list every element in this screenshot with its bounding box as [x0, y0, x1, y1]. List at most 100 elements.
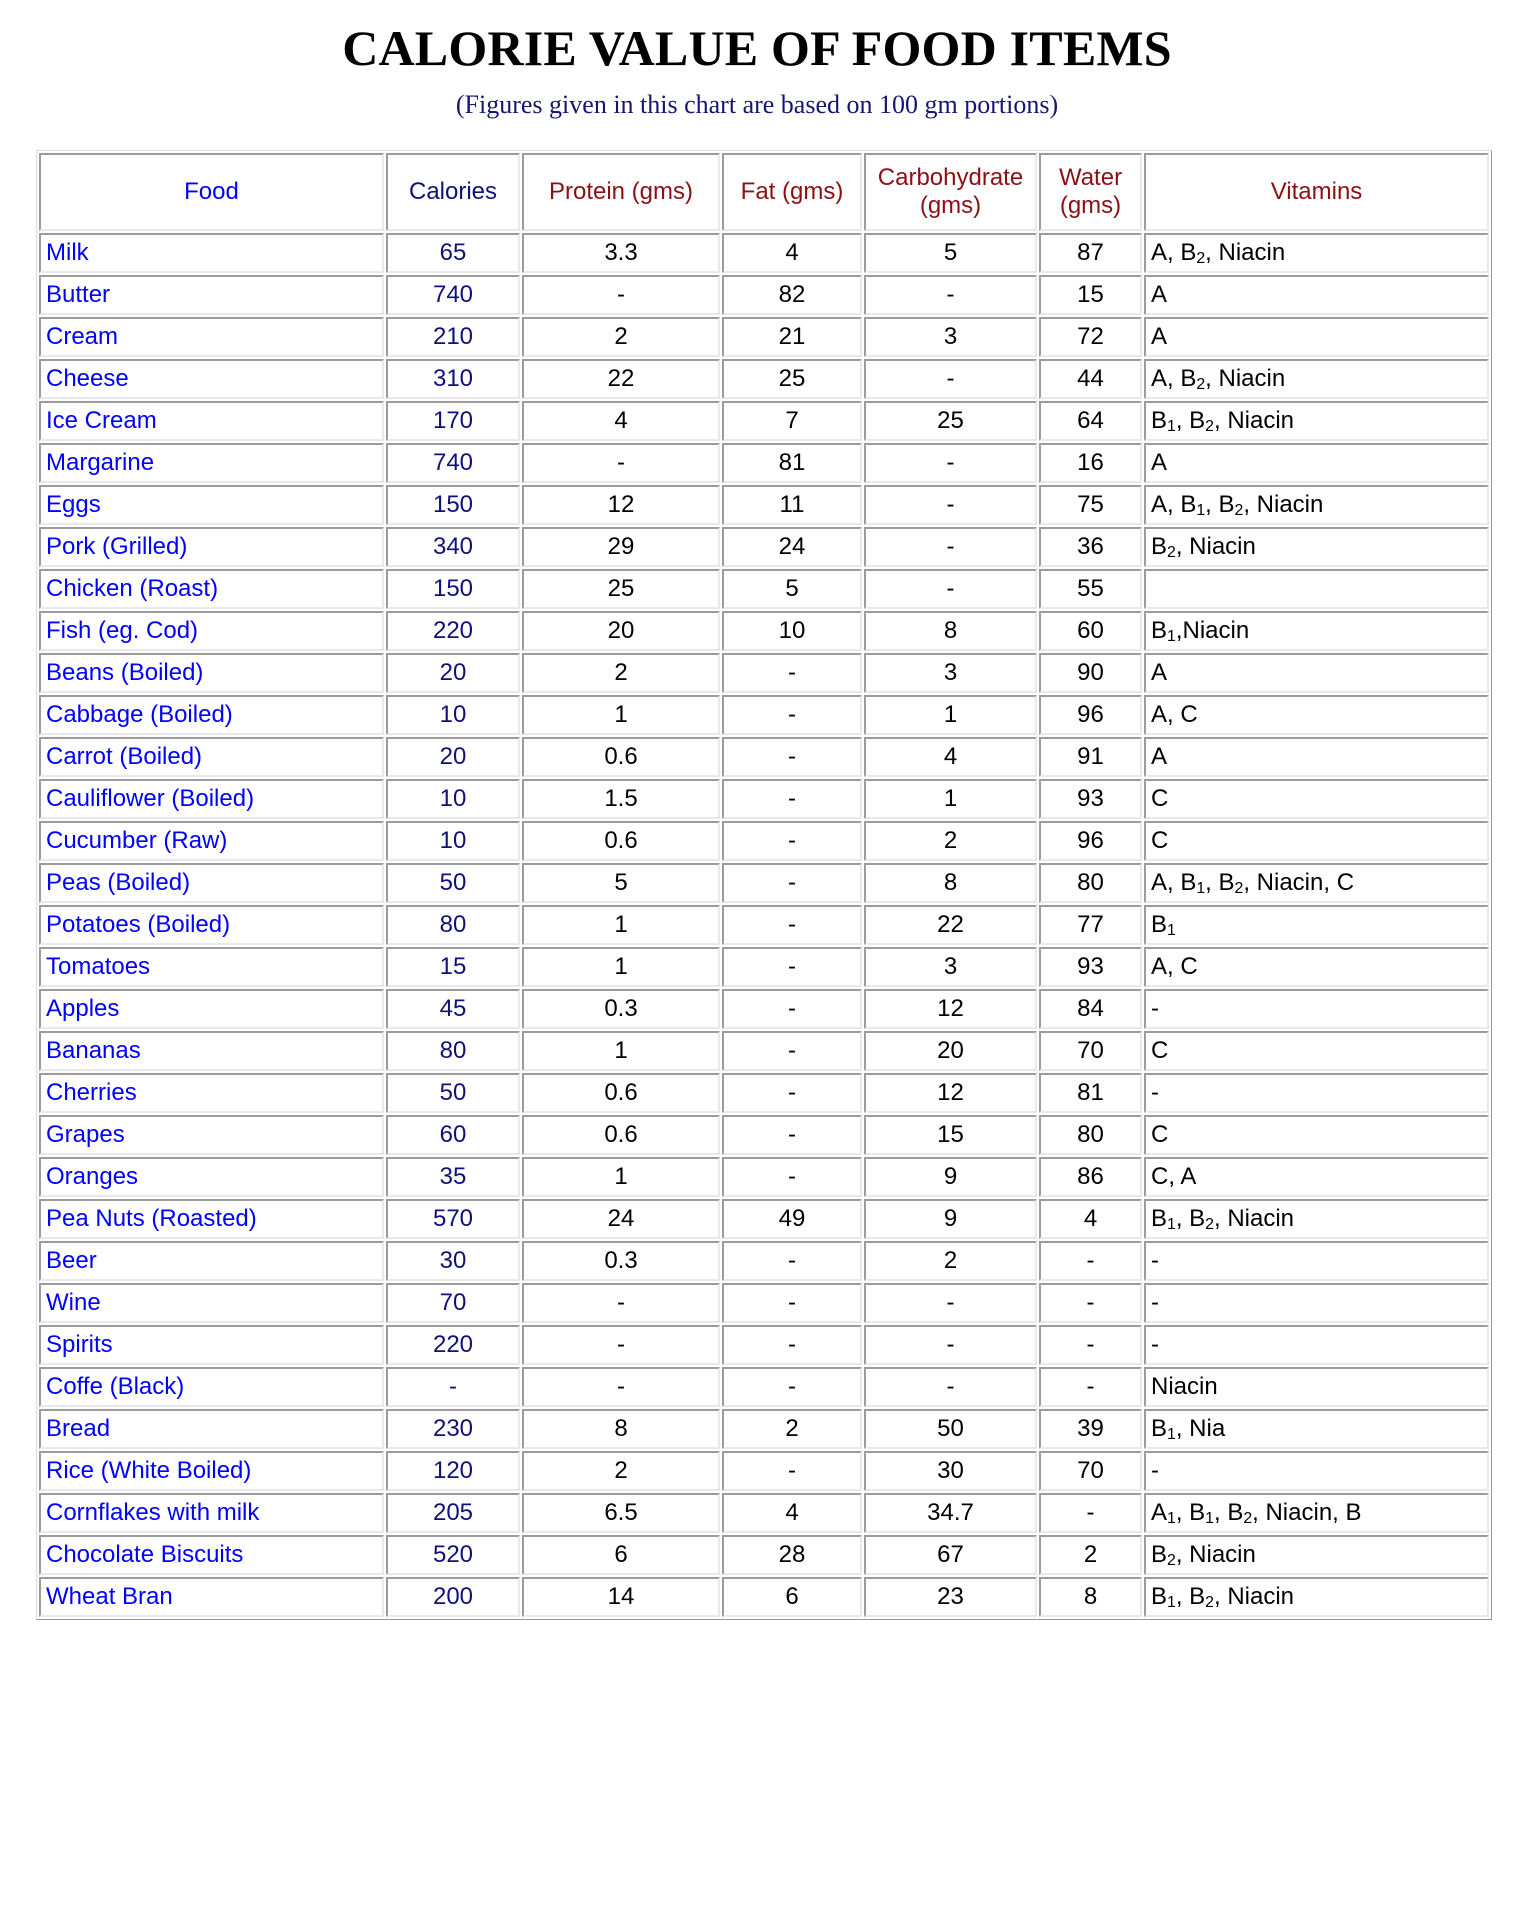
cell-food: Spirits — [39, 1324, 384, 1365]
column-header-calories: Calories — [386, 152, 520, 231]
cell-vitamins: A, B1, B2, Niacin, C — [1144, 862, 1489, 903]
cell-carbohydrate: 9 — [864, 1156, 1037, 1197]
cell-protein: 29 — [522, 526, 720, 567]
cell-vitamins: C — [1144, 1030, 1489, 1071]
cell-protein: 6 — [522, 1534, 720, 1575]
cell-food: Rice (White Boiled) — [39, 1450, 384, 1491]
cell-protein: 0.3 — [522, 988, 720, 1029]
cell-vitamins: B1 — [1144, 904, 1489, 945]
cell-carbohydrate: 1 — [864, 778, 1037, 819]
cell-fat: 2 — [722, 1408, 862, 1449]
cell-water: 84 — [1039, 988, 1142, 1029]
cell-fat: 81 — [722, 442, 862, 483]
cell-water: 80 — [1039, 1114, 1142, 1155]
cell-fat: - — [722, 1072, 862, 1113]
cell-vitamins: - — [1144, 1240, 1489, 1281]
cell-carbohydrate: - — [864, 1282, 1037, 1323]
cell-carbohydrate: 1 — [864, 694, 1037, 735]
cell-water: 86 — [1039, 1156, 1142, 1197]
cell-fat: - — [722, 862, 862, 903]
cell-protein: 4 — [522, 400, 720, 441]
cell-calories: 210 — [386, 316, 520, 357]
cell-water: 96 — [1039, 694, 1142, 735]
cell-calories: 10 — [386, 778, 520, 819]
cell-food: Beans (Boiled) — [39, 652, 384, 693]
cell-carbohydrate: - — [864, 1366, 1037, 1407]
cell-protein: - — [522, 1282, 720, 1323]
cell-fat: 5 — [722, 568, 862, 609]
cell-protein: 20 — [522, 610, 720, 651]
cell-water: 2 — [1039, 1534, 1142, 1575]
cell-fat: - — [722, 988, 862, 1029]
cell-food: Tomatoes — [39, 946, 384, 987]
cell-calories: 150 — [386, 484, 520, 525]
cell-fat: - — [722, 820, 862, 861]
cell-food: Milk — [39, 232, 384, 273]
table-row: Chicken (Roast) 150 25 5-55 — [39, 568, 1489, 609]
cell-protein: - — [522, 1366, 720, 1407]
cell-fat: 49 — [722, 1198, 862, 1239]
cell-fat: - — [722, 652, 862, 693]
cell-protein: 6.5 — [522, 1492, 720, 1533]
cell-carbohydrate: 2 — [864, 1240, 1037, 1281]
cell-food: Bread — [39, 1408, 384, 1449]
cell-carbohydrate: 22 — [864, 904, 1037, 945]
cell-calories: 740 — [386, 442, 520, 483]
cell-protein: 0.6 — [522, 1072, 720, 1113]
cell-vitamins: B2, Niacin — [1144, 1534, 1489, 1575]
cell-calories: 65 — [386, 232, 520, 273]
cell-calories: 45 — [386, 988, 520, 1029]
cell-vitamins: A, B1, B2, Niacin — [1144, 484, 1489, 525]
table-row: Cauliflower (Boiled) 10 1.5-1 93 C — [39, 778, 1489, 819]
cell-fat: 28 — [722, 1534, 862, 1575]
table-row: Oranges 35 1-9 86 C, A — [39, 1156, 1489, 1197]
cell-protein: 1 — [522, 1156, 720, 1197]
cell-fat: 82 — [722, 274, 862, 315]
cell-fat: 4 — [722, 232, 862, 273]
cell-water: 4 — [1039, 1198, 1142, 1239]
cell-water: - — [1039, 1240, 1142, 1281]
cell-vitamins: A — [1144, 442, 1489, 483]
cell-food: Coffe (Black) — [39, 1366, 384, 1407]
cell-calories: - — [386, 1366, 520, 1407]
cell-protein: 0.6 — [522, 820, 720, 861]
cell-vitamins: C, A — [1144, 1156, 1489, 1197]
cell-vitamins: A, C — [1144, 946, 1489, 987]
table-row: Beans (Boiled) 20 2-3 90 A — [39, 652, 1489, 693]
cell-fat: - — [722, 904, 862, 945]
cell-fat: 11 — [722, 484, 862, 525]
cell-calories: 150 — [386, 568, 520, 609]
cell-fat: 24 — [722, 526, 862, 567]
cell-vitamins: - — [1144, 1282, 1489, 1323]
cell-vitamins: B2, Niacin — [1144, 526, 1489, 567]
table-container: Food Calories Protein (gms) Fat (gms) Ca… — [0, 120, 1514, 1620]
cell-calories: 80 — [386, 1030, 520, 1071]
page-subtitle: (Figures given in this chart are based o… — [455, 90, 1059, 119]
cell-carbohydrate: 2 — [864, 820, 1037, 861]
cell-carbohydrate: 9 — [864, 1198, 1037, 1239]
cell-protein: 2 — [522, 316, 720, 357]
table-row: Spirits 220- - - - - — [39, 1324, 1489, 1365]
cell-carbohydrate: 8 — [864, 610, 1037, 651]
cell-food: Butter — [39, 274, 384, 315]
cell-vitamins — [1144, 568, 1489, 609]
table-row: Bananas 80 1-20 70 C — [39, 1030, 1489, 1071]
table-row: Chocolate Biscuits 520 6 28 67 2 B2, Niacin — [39, 1534, 1489, 1575]
table-row: Wheat Bran 200 14 6 23 8 B1, B2, Niacin — [39, 1576, 1489, 1617]
cell-food: Chicken (Roast) — [39, 568, 384, 609]
table-row: Peas (Boiled) 50 5-8 80 A, B1, B2, Niacin, C — [39, 862, 1489, 903]
cell-carbohydrate: 23 — [864, 1576, 1037, 1617]
cell-vitamins: A, B2, Niacin — [1144, 232, 1489, 273]
cell-carbohydrate: - — [864, 442, 1037, 483]
cell-food: Oranges — [39, 1156, 384, 1197]
table-row: Fish (eg. Cod) 220 20 10 8 60 B1,Niacin — [39, 610, 1489, 651]
cell-vitamins: A, B2, Niacin — [1144, 358, 1489, 399]
cell-food: Beer — [39, 1240, 384, 1281]
cell-calories: 220 — [386, 1324, 520, 1365]
cell-calories: 50 — [386, 1072, 520, 1113]
column-header-protein: Protein (gms) — [522, 152, 720, 231]
cell-protein: 25 — [522, 568, 720, 609]
calorie-value-table: Food Calories Protein (gms) Fat (gms) Ca… — [36, 149, 1492, 1620]
cell-carbohydrate: 3 — [864, 316, 1037, 357]
cell-food: Carrot (Boiled) — [39, 736, 384, 777]
